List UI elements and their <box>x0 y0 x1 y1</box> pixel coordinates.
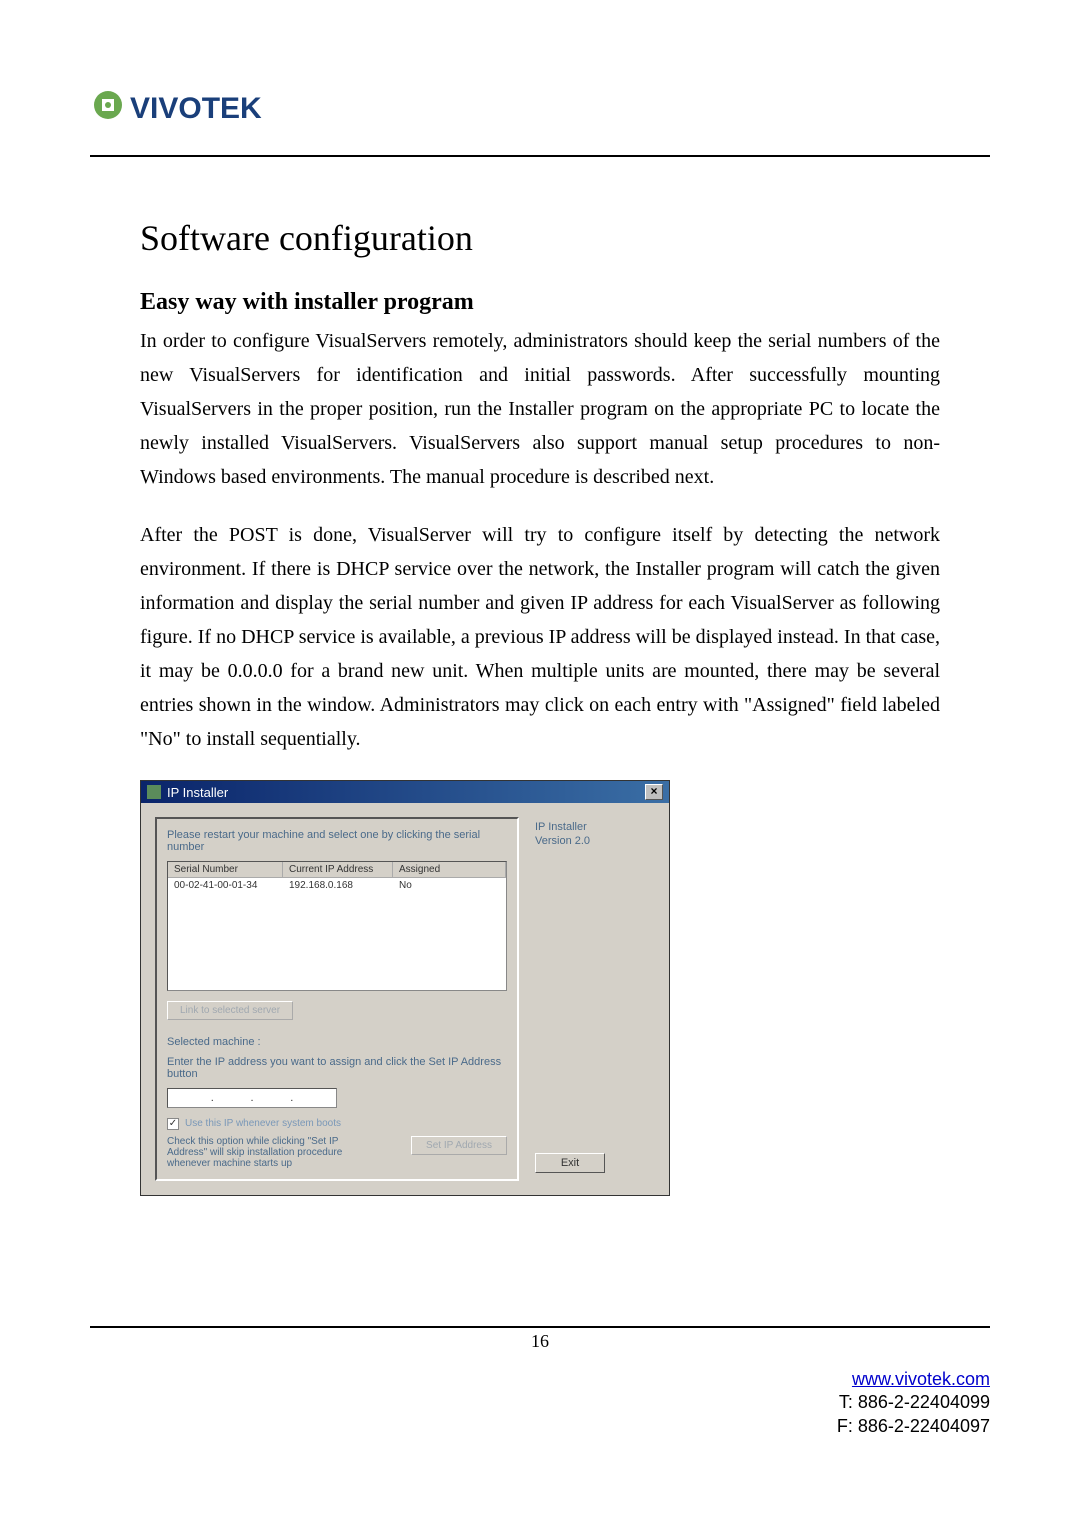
product-version: Version 2.0 <box>535 835 655 847</box>
bottom-divider <box>90 1326 990 1328</box>
row-assigned: No <box>393 878 506 893</box>
footer-tel: T: 886-2-22404099 <box>839 1392 990 1412</box>
ip-installer-window: IP Installer × Please restart your machi… <box>140 780 670 1196</box>
installer-main-panel: Please restart your machine and select o… <box>155 817 519 1181</box>
svg-text:VIVOTEK: VIVOTEK <box>130 92 262 125</box>
set-ip-button[interactable]: Set IP Address <box>411 1136 507 1155</box>
window-titlebar: IP Installer × <box>141 781 669 803</box>
instruction-text: Please restart your machine and select o… <box>167 829 507 853</box>
exit-button[interactable]: Exit <box>535 1153 605 1173</box>
selected-machine-label: Selected machine : <box>167 1036 507 1048</box>
server-listbox[interactable]: Serial Number Current IP Address Assigne… <box>167 861 507 991</box>
paragraph-1: In order to configure VisualServers remo… <box>140 324 940 494</box>
app-icon <box>147 785 161 799</box>
top-divider <box>90 155 990 157</box>
enter-ip-instruction: Enter the IP address you want to assign … <box>167 1056 507 1080</box>
listbox-header: Serial Number Current IP Address Assigne… <box>168 862 506 878</box>
brand-logo: VIVOTEK <box>90 80 990 135</box>
row-ip: 192.168.0.168 <box>283 878 393 893</box>
boot-ip-checkbox-label: Use this IP whenever system boots <box>185 1118 341 1129</box>
page-title: Software configuration <box>140 217 940 259</box>
close-button[interactable]: × <box>645 784 663 800</box>
table-row[interactable]: 00-02-41-00-01-34 192.168.0.168 No <box>168 878 506 893</box>
row-serial: 00-02-41-00-01-34 <box>168 878 283 893</box>
section-subtitle: Easy way with installer program <box>140 289 940 316</box>
product-name: IP Installer <box>535 821 655 833</box>
boot-ip-checkbox[interactable]: ✓ <box>167 1118 179 1130</box>
window-title: IP Installer <box>167 785 228 800</box>
page-number: 16 <box>0 1331 1080 1352</box>
website-link[interactable]: www.vivotek.com <box>852 1369 990 1389</box>
ip-address-input[interactable]: . . . <box>167 1088 337 1108</box>
paragraph-2: After the POST is done, VisualServer wil… <box>140 518 940 756</box>
col-ip-header: Current IP Address <box>283 862 393 877</box>
installer-side-panel: IP Installer Version 2.0 Exit <box>535 817 655 1181</box>
footer-fax: F: 886-2-22404097 <box>837 1416 990 1436</box>
vivotek-logo-icon: VIVOTEK <box>90 80 290 130</box>
page-footer: www.vivotek.com T: 886-2-22404099 F: 886… <box>837 1368 990 1438</box>
col-assigned-header: Assigned <box>393 862 506 877</box>
col-serial-header: Serial Number <box>168 862 283 877</box>
help-text: Check this option while clicking "Set IP… <box>167 1136 377 1169</box>
link-server-button[interactable]: Link to selected server <box>167 1001 293 1020</box>
